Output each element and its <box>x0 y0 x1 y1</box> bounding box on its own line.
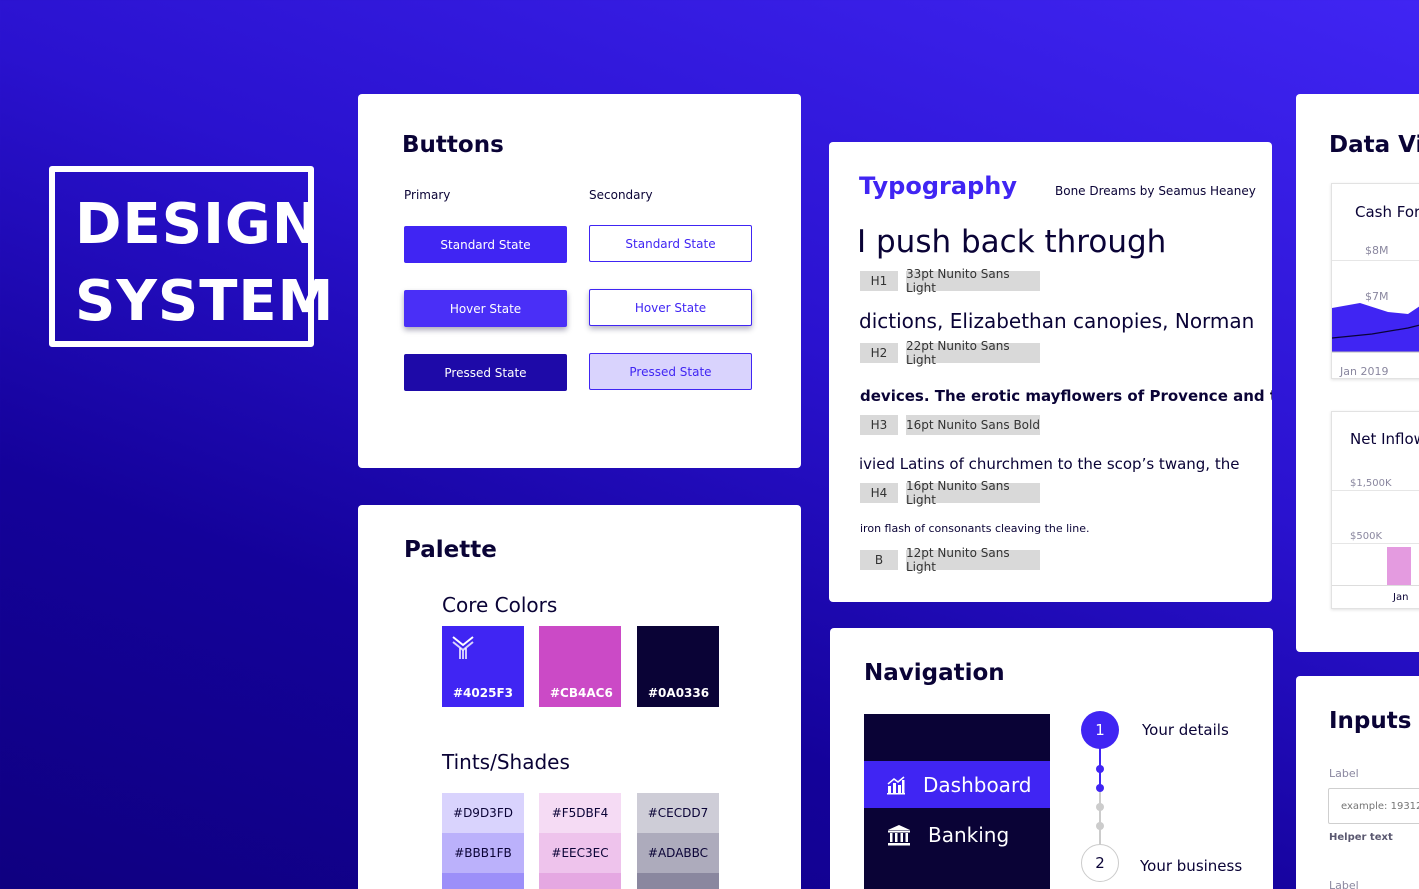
axis-line <box>1332 585 1419 586</box>
tint-magenta-1: #F5DBF4 <box>539 793 621 833</box>
core-hex-3: #0A0336 <box>648 686 710 700</box>
inputs-title: Inputs <box>1329 708 1412 734</box>
buttons-title: Buttons <box>402 132 504 158</box>
secondary-hover-button[interactable]: Hover State <box>589 289 752 326</box>
palette-title: Palette <box>404 537 497 563</box>
core-swatch-navy: #0A0336 <box>637 626 719 707</box>
navigation-card: Navigation Dashboard Banking 1 2 Your de… <box>830 628 1273 889</box>
sidebar-menu: Dashboard Banking <box>864 714 1050 889</box>
step-progress-dot <box>1096 765 1104 773</box>
gridline <box>1332 260 1419 261</box>
h3-sample: devices. The erotic mayflowers of Proven… <box>860 387 1272 405</box>
step-2-label: Your business <box>1140 857 1243 875</box>
step-progress-dot <box>1096 803 1104 811</box>
sidebar-item-banking[interactable]: Banking <box>864 811 1050 858</box>
tint-purple-1: #D9D3FD <box>442 793 524 833</box>
inputs-card: Inputs Label Helper text Label <box>1296 676 1419 889</box>
input-helper-text: Helper text <box>1329 832 1393 843</box>
body-tag: B <box>860 550 898 570</box>
brand-logo-icon <box>452 636 474 659</box>
palette-card: Palette Core Colors #4025F3 #CB4AC6 #0A0… <box>358 505 801 889</box>
tint-magenta-2: #EEC3EC <box>539 833 621 873</box>
text-input[interactable] <box>1328 788 1419 824</box>
h1-tag: H1 <box>860 271 898 291</box>
core-hex-1: #4025F3 <box>453 686 513 700</box>
input-label: Label <box>1329 767 1359 780</box>
cash-area-chart <box>1332 303 1419 353</box>
primary-label: Primary <box>404 188 451 202</box>
tint-navy-2: #ADABBC <box>637 833 719 873</box>
buttons-card: Buttons Primary Secondary Standard State… <box>358 94 801 468</box>
typography-card: Typography Bone Dreams by Seamus Heaney … <box>829 142 1272 602</box>
cash-y-label-8m: $8M <box>1365 244 1389 257</box>
core-hex-2: #CB4AC6 <box>550 686 613 700</box>
cash-chart-title: Cash For <box>1355 203 1419 221</box>
core-swatch-magenta: #CB4AC6 <box>539 626 621 707</box>
design-system-title: DESIGN SYSTEM <box>49 166 335 347</box>
cash-forecast-chart-card: Cash For $8M $7M Jan 2019 <box>1331 183 1419 379</box>
step-2-indicator[interactable]: 2 <box>1081 844 1119 882</box>
secondary-label: Secondary <box>589 188 653 202</box>
title-line-1: DESIGN <box>75 192 320 257</box>
bank-icon <box>888 824 910 845</box>
bar-chart-icon <box>887 775 905 794</box>
step-progress-dot <box>1096 784 1104 792</box>
tint-purple-2: #BBB1FB <box>442 833 524 873</box>
h2-spec: 22pt Nunito Sans Light <box>906 339 1040 367</box>
primary-hover-button[interactable]: Hover State <box>404 290 567 327</box>
h2-tag: H2 <box>860 343 898 363</box>
primary-pressed-button[interactable]: Pressed State <box>404 354 567 391</box>
sidebar-item-dashboard[interactable]: Dashboard <box>864 761 1050 808</box>
h1-sample: I push back through <box>857 224 1167 260</box>
stepper-line-inactive <box>1099 791 1101 851</box>
tint-magenta-3 <box>539 873 621 889</box>
h3-spec: 16pt Nunito Sans Bold <box>906 415 1040 435</box>
net-inflow-bar <box>1387 547 1411 585</box>
h3-tag: H3 <box>860 415 898 435</box>
sidebar-item-label: Banking <box>928 822 1010 847</box>
h1-spec: 33pt Nunito Sans Light <box>906 267 1040 295</box>
h4-tag: H4 <box>860 483 898 503</box>
core-colors-title: Core Colors <box>442 593 558 617</box>
gridline <box>1332 543 1419 544</box>
net-y-label-1500k: $1,500K <box>1350 478 1392 489</box>
body-sample: iron flash of consonants cleaving the li… <box>860 522 1090 535</box>
typography-attribution: Bone Dreams by Seamus Heaney <box>1055 184 1256 198</box>
net-inflow-chart-card: Net Inflow $1,500K $500K Jan <box>1331 411 1419 609</box>
tints-title: Tints/Shades <box>442 750 570 774</box>
secondary-pressed-button[interactable]: Pressed State <box>589 353 752 390</box>
secondary-standard-button[interactable]: Standard State <box>589 225 752 262</box>
navigation-title: Navigation <box>864 660 1005 686</box>
tint-purple-3 <box>442 873 524 889</box>
tint-navy-1: #CECDD7 <box>637 793 719 833</box>
net-x-label: Jan <box>1393 592 1409 603</box>
gridline <box>1332 490 1419 491</box>
sidebar-item-label: Dashboard <box>923 772 1032 797</box>
net-chart-title: Net Inflow <box>1350 430 1419 448</box>
step-1-indicator[interactable]: 1 <box>1081 711 1119 749</box>
h4-spec: 16pt Nunito Sans Light <box>906 479 1040 507</box>
step-progress-dot <box>1096 822 1104 830</box>
step-1-label: Your details <box>1142 721 1229 739</box>
net-y-label-500k: $500K <box>1350 531 1383 542</box>
primary-standard-button[interactable]: Standard State <box>404 226 567 263</box>
input-label-2: Label <box>1329 879 1359 889</box>
data-vis-title: Data Vi <box>1329 132 1419 158</box>
h4-sample: ivied Latins of churchmen to the scop’s … <box>859 455 1240 473</box>
body-spec: 12pt Nunito Sans Light <box>906 546 1040 574</box>
tint-navy-3 <box>637 873 719 889</box>
data-vis-card: Data Vi Cash For $8M $7M Jan 2019 Net In… <box>1296 94 1419 652</box>
typography-title: Typography <box>859 172 1017 200</box>
h2-sample: dictions, Elizabethan canopies, Norman <box>859 309 1255 333</box>
title-line-2: SYSTEM <box>75 269 335 334</box>
cash-x-label: Jan 2019 <box>1340 365 1389 378</box>
core-swatch-purple: #4025F3 <box>442 626 524 707</box>
